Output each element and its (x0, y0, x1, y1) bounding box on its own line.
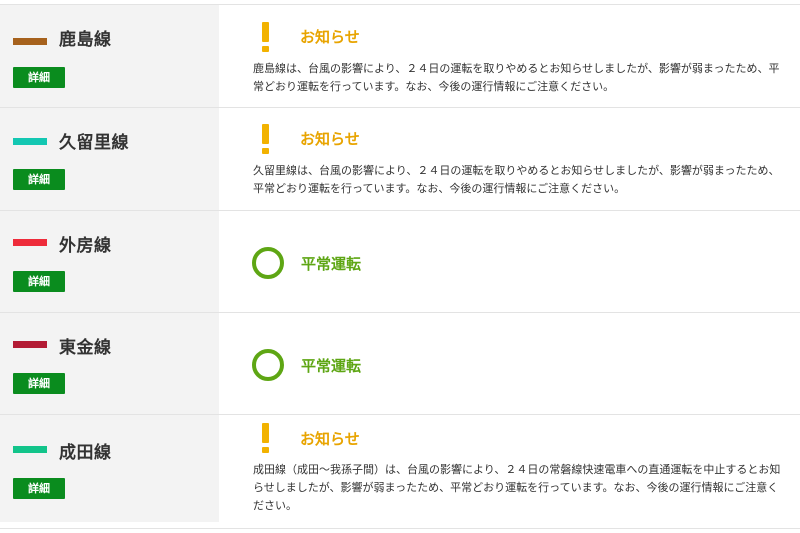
line-info-panel: 成田線 詳細 (0, 415, 219, 522)
line-info-panel: 久留里線 詳細 (0, 108, 219, 210)
detail-button[interactable]: 詳細 (13, 478, 65, 499)
status-message: 成田線（成田～我孫子間）は、台風の影響により、２４日の常磐線快速電車への直通運転… (253, 463, 781, 512)
line-color-swatch (13, 446, 47, 453)
line-row-sotobo: 外房線 詳細 平常運転 (0, 211, 800, 313)
status-label: お知らせ (300, 28, 360, 46)
line-status-list: 鹿島線 詳細 お知らせ 鹿島線は、台風の影響により、２４日の運転を取りやめるとお… (0, 0, 800, 533)
line-row-narita: 成田線 詳細 お知らせ 成田線（成田～我孫子間）は、台風の影響により、２４日の常… (0, 415, 800, 522)
line-name: 鹿島線 (59, 30, 112, 50)
line-name: 東金線 (59, 338, 112, 358)
exclamation-icon (262, 423, 269, 453)
status-label: お知らせ (300, 430, 360, 448)
line-info-panel: 鹿島線 詳細 (0, 5, 219, 107)
line-color-swatch (13, 239, 47, 246)
exclamation-icon (262, 124, 269, 154)
line-name: 成田線 (59, 443, 112, 463)
line-name: 外房線 (59, 236, 112, 256)
exclamation-icon (262, 22, 269, 52)
status-label: 平常運転 (301, 357, 362, 375)
list-bottom-divider (0, 528, 800, 529)
detail-button[interactable]: 詳細 (13, 373, 65, 394)
line-row-kashima: 鹿島線 詳細 お知らせ 鹿島線は、台風の影響により、２４日の運転を取りやめるとお… (0, 5, 800, 108)
circle-icon (252, 247, 284, 279)
status-label: 平常運転 (301, 255, 362, 273)
line-info-panel: 外房線 詳細 (0, 211, 219, 312)
status-message: 鹿島線は、台風の影響により、２４日の運転を取りやめるとお知らせしましたが、影響が… (253, 62, 780, 93)
line-row-kururi: 久留里線 詳細 お知らせ 久留里線は、台風の影響により、２４日の運転を取りやめる… (0, 108, 800, 211)
line-color-swatch (13, 138, 47, 145)
detail-button[interactable]: 詳細 (13, 169, 65, 190)
line-color-swatch (13, 38, 47, 45)
circle-icon (252, 349, 284, 381)
line-info-panel: 東金線 詳細 (0, 313, 219, 414)
status-label: お知らせ (300, 130, 360, 148)
line-color-swatch (13, 341, 47, 348)
detail-button[interactable]: 詳細 (13, 67, 65, 88)
line-name: 久留里線 (59, 133, 129, 153)
status-message: 久留里線は、台風の影響により、２４日の運転を取りやめるとお知らせしましたが、影響… (253, 164, 780, 195)
line-row-togane: 東金線 詳細 平常運転 (0, 313, 800, 415)
detail-button[interactable]: 詳細 (13, 271, 65, 292)
